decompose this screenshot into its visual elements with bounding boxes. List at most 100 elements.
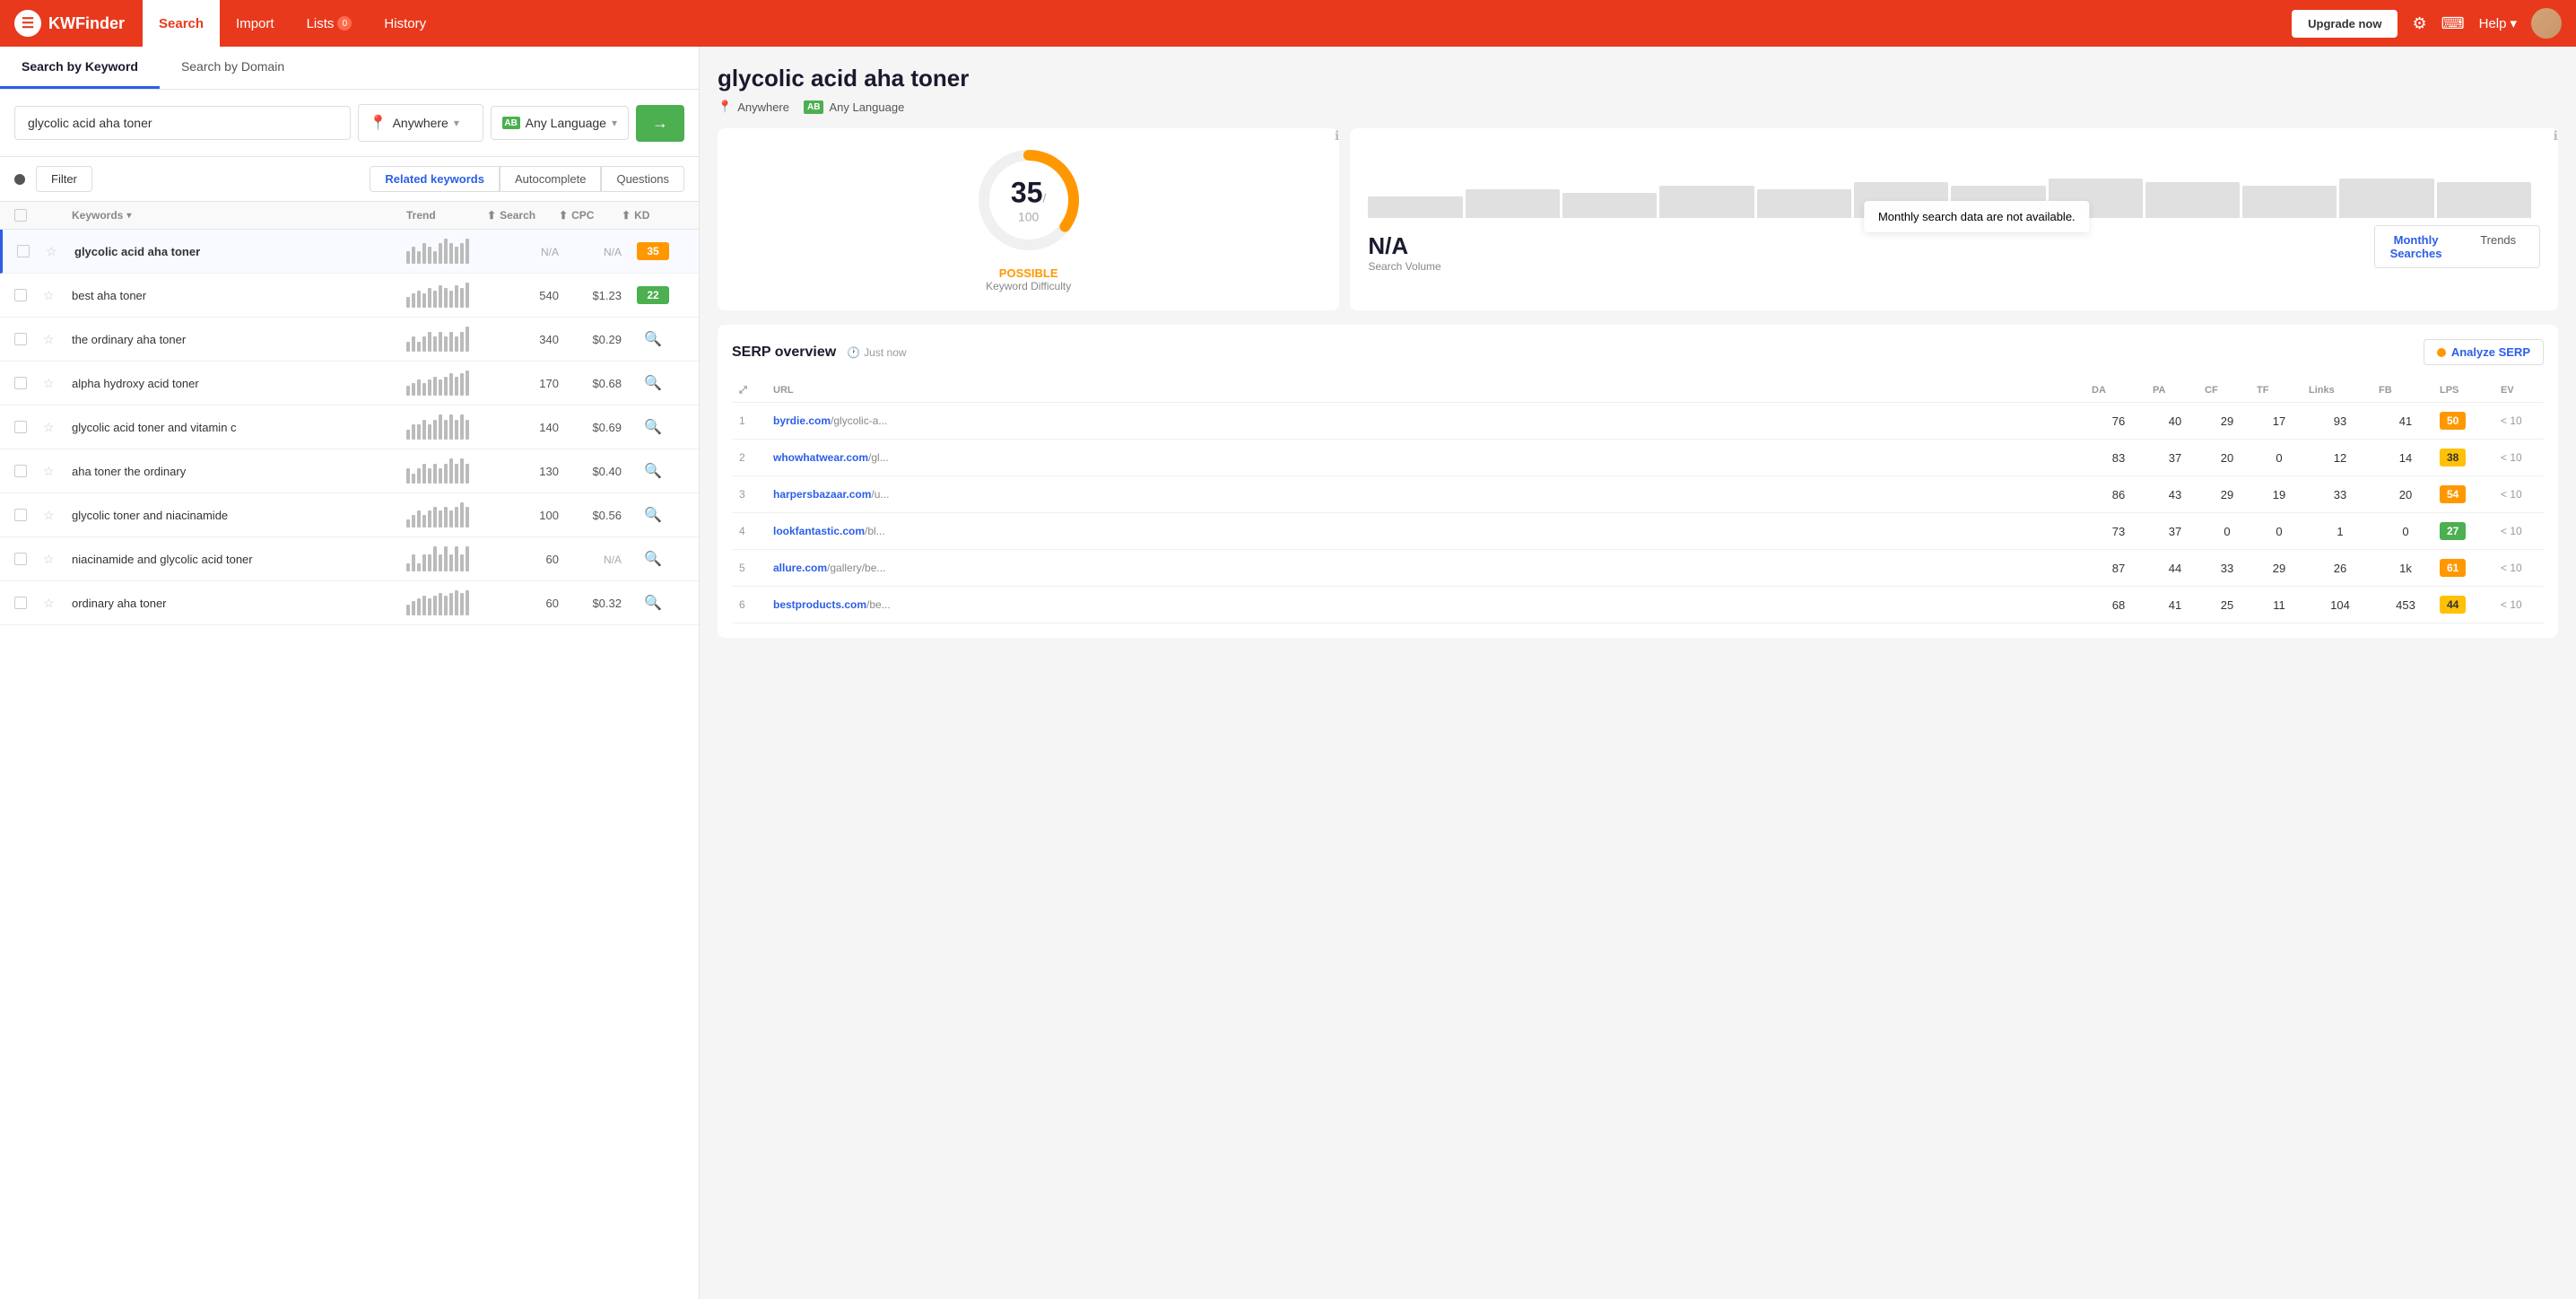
filter-button[interactable]: Filter (36, 166, 92, 192)
row-cpc: $0.56 (559, 509, 622, 522)
serp-row-lps: 61 (2440, 559, 2493, 577)
serp-row-url[interactable]: allure.com/gallery/be... (773, 562, 2084, 574)
th-keywords[interactable]: Keywords ▾ (72, 209, 406, 222)
row-star[interactable]: ☆ (43, 464, 72, 479)
tab-questions[interactable]: Questions (601, 166, 684, 192)
keyword-input[interactable] (14, 106, 351, 140)
location-chevron: ▾ (454, 117, 459, 129)
app-name: KWFinder (48, 14, 125, 33)
keyboard-icon[interactable]: ⌨ (2441, 14, 2465, 33)
serp-row[interactable]: 6 bestproducts.com/be... 68 41 25 11 104… (732, 587, 2544, 623)
serp-row-ev: < 10 (2501, 488, 2537, 501)
nav-history[interactable]: History (368, 0, 442, 47)
row-star[interactable]: ☆ (43, 376, 72, 391)
serp-row-fb: 41 (2379, 414, 2432, 428)
serp-row-url[interactable]: byrdie.com/glycolic-a... (773, 414, 2084, 427)
meta-language-icon: AB (804, 100, 823, 114)
row-checkbox[interactable] (14, 553, 43, 565)
nav-import[interactable]: Import (220, 0, 291, 47)
serp-row[interactable]: 2 whowhatwear.com/gl... 83 37 20 0 12 14… (732, 440, 2544, 476)
row-checkbox[interactable] (14, 333, 43, 345)
row-star[interactable]: ☆ (43, 420, 72, 435)
serp-row-links: 1 (2309, 525, 2371, 538)
tab-search-by-keyword[interactable]: Search by Keyword (0, 47, 160, 89)
search-button[interactable]: → (636, 105, 684, 142)
row-checkbox[interactable] (14, 377, 43, 389)
app-logo[interactable]: ☰ KWFinder (14, 10, 125, 37)
clock-icon: 🕐 (847, 346, 860, 359)
filter-bar: Filter Related keywords Autocomplete Que… (0, 157, 699, 202)
row-checkbox[interactable] (14, 465, 43, 477)
select-all-checkbox[interactable] (14, 209, 27, 222)
row-keyword: glycolic acid aha toner (74, 245, 406, 258)
tab-trends[interactable]: Trends (2457, 226, 2539, 267)
tab-monthly-searches[interactable]: Monthly Searches (2375, 226, 2458, 267)
table-row[interactable]: ☆ the ordinary aha toner 340 $0.29 🔍 (0, 318, 699, 362)
help-button[interactable]: Help ▾ (2479, 15, 2517, 31)
tab-related-keywords[interactable]: Related keywords (370, 166, 500, 192)
row-checkbox[interactable] (17, 245, 46, 257)
row-kd: 22 (622, 286, 684, 304)
serp-row-lps: 27 (2440, 522, 2493, 540)
row-star[interactable]: ☆ (43, 552, 72, 567)
serp-row[interactable]: 3 harpersbazaar.com/u... 86 43 29 19 33 … (732, 476, 2544, 513)
table-row[interactable]: ☆ best aha toner 540 $1.23 22 (0, 274, 699, 318)
serp-row-url[interactable]: lookfantastic.com/bl... (773, 525, 2084, 537)
serp-row-url[interactable]: bestproducts.com/be... (773, 598, 2084, 611)
th-kd[interactable]: ⬆ KD (622, 209, 684, 222)
table-row[interactable]: ☆ niacinamide and glycolic acid toner 60… (0, 537, 699, 581)
kd-info-icon[interactable]: ℹ (1335, 128, 1339, 144)
table-row[interactable]: ☆ glycolic toner and niacinamide 100 $0.… (0, 493, 699, 537)
serp-row-url[interactable]: harpersbazaar.com/u... (773, 488, 2084, 501)
table-row[interactable]: ☆ glycolic acid aha toner N/A N/A 35 (0, 230, 699, 274)
serp-row-num: 3 (739, 488, 766, 501)
nav-lists[interactable]: Lists 0 (291, 0, 369, 47)
location-selector[interactable]: 📍 Anywhere ▾ (358, 104, 483, 142)
serp-table-header: ⤢ URL DA PA CF TF Links FB LPS EV (732, 379, 2544, 403)
meta-location: 📍 Anywhere (718, 100, 789, 114)
settings-icon[interactable]: ⚙ (2412, 14, 2426, 33)
row-search: 140 (487, 421, 559, 434)
serp-row-pa: 40 (2153, 414, 2197, 428)
table-row[interactable]: ☆ aha toner the ordinary 130 $0.40 🔍 (0, 449, 699, 493)
serp-row-tf: 11 (2257, 598, 2302, 612)
row-checkbox[interactable] (14, 597, 43, 609)
serp-row[interactable]: 1 byrdie.com/glycolic-a... 76 40 29 17 9… (732, 403, 2544, 440)
row-checkbox[interactable] (14, 421, 43, 433)
th-search[interactable]: ⬆ Search (487, 209, 559, 222)
row-checkbox[interactable] (14, 509, 43, 521)
serp-row-links: 93 (2309, 414, 2371, 428)
row-kd: 🔍 (622, 550, 684, 568)
sv-info-icon[interactable]: ℹ (2554, 128, 2558, 144)
table-row[interactable]: ☆ ordinary aha toner 60 $0.32 🔍 (0, 581, 699, 625)
tab-search-by-domain[interactable]: Search by Domain (160, 47, 306, 89)
upgrade-button[interactable]: Upgrade now (2292, 10, 2398, 38)
row-star[interactable]: ☆ (43, 332, 72, 347)
serp-th-da: DA (2092, 385, 2145, 397)
row-star[interactable]: ☆ (43, 508, 72, 523)
row-checkbox[interactable] (14, 289, 43, 301)
row-search: 340 (487, 333, 559, 346)
row-star[interactable]: ☆ (43, 288, 72, 303)
row-search: 130 (487, 465, 559, 478)
row-keyword: ordinary aha toner (72, 597, 406, 610)
row-star[interactable]: ☆ (43, 596, 72, 611)
language-selector[interactable]: AB Any Language ▾ (491, 106, 629, 140)
sv-chart: Monthly search data are not available. (1368, 146, 2540, 218)
row-kd: 🔍 (622, 330, 684, 348)
serp-row[interactable]: 5 allure.com/gallery/be... 87 44 33 29 2… (732, 550, 2544, 587)
nav-search[interactable]: Search (143, 0, 220, 47)
serp-row-url[interactable]: whowhatwear.com/gl... (773, 451, 2084, 464)
th-cpc[interactable]: ⬆ CPC (559, 209, 622, 222)
row-trend (406, 458, 487, 484)
user-avatar[interactable] (2531, 8, 2562, 39)
serp-row[interactable]: 4 lookfantastic.com/bl... 73 37 0 0 1 0 … (732, 513, 2544, 550)
analyze-serp-button[interactable]: Analyze SERP (2424, 339, 2544, 365)
table-row[interactable]: ☆ glycolic acid toner and vitamin c 140 … (0, 405, 699, 449)
table-row[interactable]: ☆ alpha hydroxy acid toner 170 $0.68 🔍 (0, 362, 699, 405)
serp-time: 🕐 Just now (847, 346, 906, 359)
row-trend (406, 546, 487, 571)
row-star[interactable]: ☆ (46, 244, 74, 259)
row-search: 60 (487, 553, 559, 566)
tab-autocomplete[interactable]: Autocomplete (500, 166, 602, 192)
